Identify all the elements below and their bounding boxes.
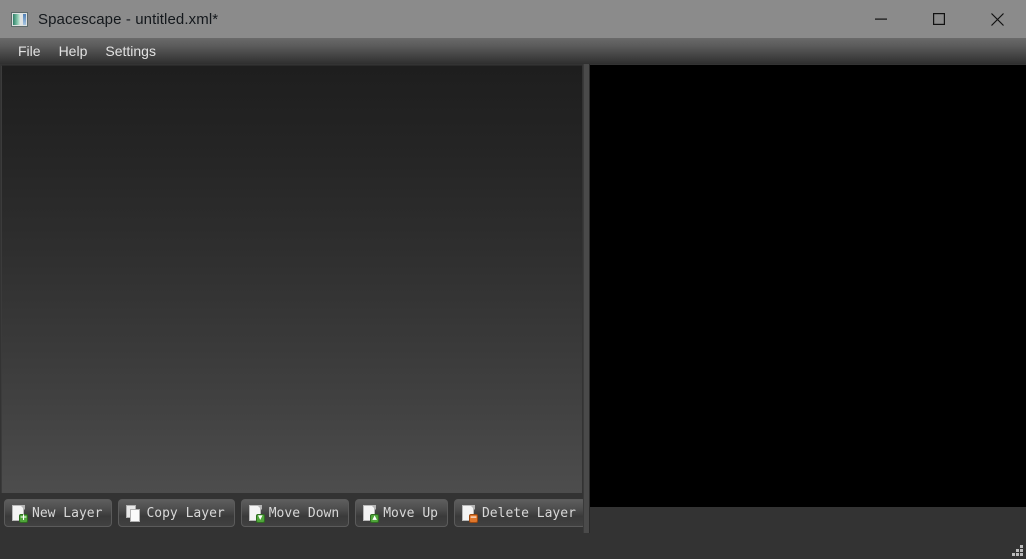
delete-layer-badge: − [469, 512, 478, 523]
move-down-label: Move Down [268, 505, 340, 521]
copy-layer-button[interactable]: Copy Layer [118, 499, 235, 527]
skybox-preview[interactable] [590, 65, 1026, 507]
delete-layer-label: Delete Layer [481, 505, 576, 521]
panel-splitter[interactable] [583, 64, 590, 533]
title-bar: Spacescape - untitled.xml* [0, 0, 1026, 38]
maximize-icon [933, 13, 945, 25]
minimize-icon [875, 18, 887, 20]
move-up-button[interactable]: ▴ Move Up [355, 499, 448, 527]
new-layer-button[interactable]: + New Layer [4, 499, 113, 527]
move-up-label: Move Up [383, 505, 438, 521]
maximize-button[interactable] [910, 0, 968, 38]
app-icon-green-swatch [13, 13, 20, 25]
copy-document-icon [126, 504, 141, 522]
menu-item-file[interactable]: File [9, 38, 50, 64]
spacescape-window: Spacescape - untitled.xml* File Help Set… [0, 0, 1026, 559]
delete-document-icon: − [461, 504, 478, 523]
move-down-icon: ▾ [248, 504, 265, 523]
layer-toolbar: + New Layer Copy Layer ▾ Move Down ▴ Mov… [0, 493, 586, 533]
preview-column [590, 64, 1026, 533]
move-down-button[interactable]: ▾ Move Down [240, 499, 350, 527]
delete-layer-button[interactable]: − Delete Layer [453, 499, 586, 527]
menu-bar: File Help Settings [0, 38, 1026, 64]
layers-column: + New Layer Copy Layer ▾ Move Down ▴ Mov… [0, 64, 586, 533]
minimize-button[interactable] [852, 0, 910, 38]
close-icon [990, 12, 1004, 26]
new-layer-label: New Layer [32, 505, 103, 521]
close-button[interactable] [968, 0, 1026, 38]
main-content: + New Layer Copy Layer ▾ Move Down ▴ Mov… [0, 64, 1026, 533]
layer-list[interactable] [1, 65, 582, 493]
move-down-badge: ▾ [257, 512, 263, 523]
window-title: Spacescape - untitled.xml* [38, 10, 219, 28]
menu-item-settings[interactable]: Settings [96, 38, 165, 64]
app-icon [11, 11, 28, 27]
copy-layer-label: Copy Layer [146, 505, 225, 521]
move-up-badge: ▴ [372, 512, 377, 523]
new-layer-badge: + [19, 512, 28, 523]
menu-item-help[interactable]: Help [50, 38, 97, 64]
title-bar-left: Spacescape - untitled.xml* [0, 11, 852, 28]
move-up-icon: ▴ [363, 504, 380, 523]
window-controls [852, 0, 1026, 38]
resize-grip-icon[interactable] [1010, 543, 1023, 556]
app-icon-blue-swatch [23, 13, 26, 25]
layer-list-items [2, 66, 582, 493]
new-document-icon: + [12, 504, 28, 523]
status-bar [0, 533, 1026, 559]
